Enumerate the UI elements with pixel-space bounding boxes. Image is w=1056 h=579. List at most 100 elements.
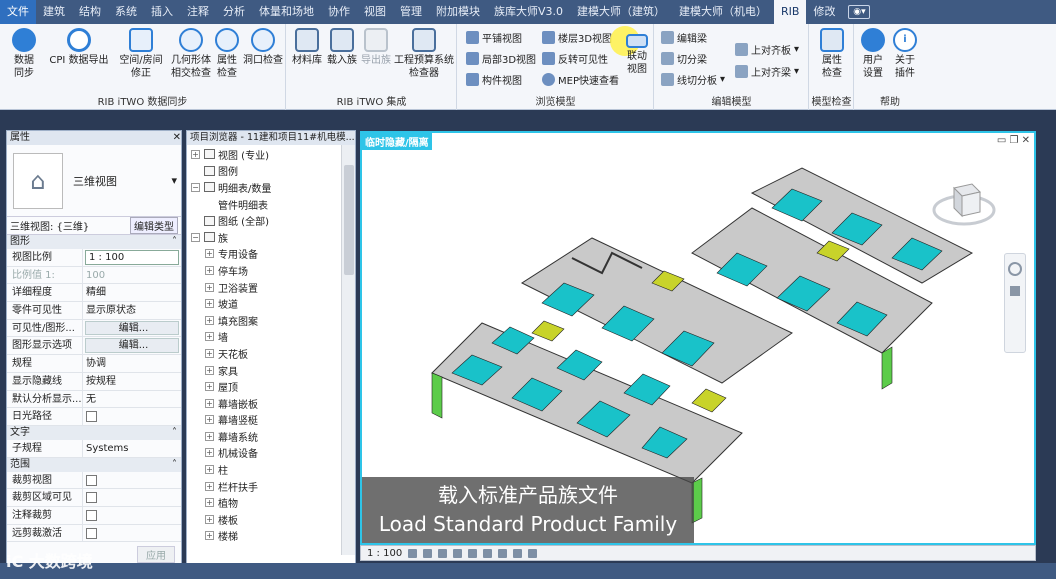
tree-item[interactable]: + 屋顶 (191, 378, 341, 395)
property-value[interactable]: Systems (83, 440, 181, 457)
tree-item[interactable]: + 机械设备 (191, 445, 341, 462)
checkbox[interactable] (86, 527, 97, 539)
property-edit-button[interactable]: 编辑... (85, 320, 179, 336)
expand-icon[interactable]: + (191, 149, 200, 159)
property-value[interactable] (83, 408, 181, 425)
section-range[interactable]: 范围 ˄ (7, 457, 181, 472)
property-edit-button[interactable]: 编辑... (85, 338, 179, 354)
mep-quick-view-button[interactable]: MEP快速查看 (542, 72, 619, 87)
close-icon[interactable]: ✕ (173, 131, 181, 145)
tree-item[interactable]: − 明细表/数量 (191, 179, 341, 196)
tab-11[interactable]: 附加模块 (429, 0, 487, 24)
tab-10[interactable]: 管理 (393, 0, 429, 24)
checkbox[interactable] (86, 492, 97, 504)
tree-item[interactable]: + 楼梯 (191, 528, 341, 545)
expand-icon[interactable] (205, 200, 214, 209)
expand-icon[interactable]: + (205, 531, 214, 541)
cpi-export-button[interactable]: CPI 数据导出 (48, 28, 110, 67)
checkbox[interactable] (86, 474, 97, 486)
invert-visibility-button[interactable]: 反转可见性 (542, 51, 608, 66)
tree-item[interactable]: + 填充图案 (191, 312, 341, 329)
tree-item[interactable]: + 幕墙竖梃 (191, 412, 341, 429)
tab-6[interactable]: 分析 (216, 0, 252, 24)
sun-path-icon[interactable] (438, 548, 448, 558)
split-beam-button[interactable]: 切分梁 (661, 51, 707, 66)
collapse-icon[interactable]: − (191, 232, 200, 242)
checkbox[interactable] (86, 411, 97, 423)
edit-type-button[interactable]: 编辑类型 (130, 217, 178, 234)
instance-filter[interactable]: 三维视图: {三维} 编辑类型 (7, 217, 181, 235)
tree-item[interactable]: + 坡道 (191, 295, 341, 312)
expand-icon[interactable]: + (205, 348, 214, 358)
about-plugin-button[interactable]: i 关于 插件 (889, 28, 921, 80)
tree-item[interactable]: + 墙 (191, 329, 341, 346)
property-value[interactable]: 协调 (83, 355, 181, 372)
expand-icon[interactable]: + (205, 431, 214, 441)
property-value[interactable]: 显示原状态 (83, 302, 181, 319)
property-value[interactable] (83, 472, 181, 489)
local-3d-button[interactable]: 局部3D视图 (466, 51, 536, 66)
expand-icon[interactable]: + (205, 315, 214, 325)
hide-isolate-icon[interactable] (513, 548, 523, 558)
view-cube[interactable] (932, 178, 996, 228)
expand-icon[interactable]: + (205, 415, 214, 425)
user-settings-button[interactable]: 用户 设置 (857, 28, 889, 80)
edit-beam-button[interactable]: 编辑梁 (661, 30, 707, 45)
tree-item[interactable]: 管件明细表 (191, 196, 341, 213)
property-value[interactable] (83, 507, 181, 524)
budget-checker-button[interactable]: 工程预算系统 检查器 (393, 28, 455, 80)
section-text[interactable]: 文字 ˄ (7, 425, 181, 440)
top-align-slab-button[interactable]: 上对齐板 ▾ (735, 42, 799, 57)
property-value[interactable]: 精细 (83, 284, 181, 301)
tree-item[interactable]: + 植物 (191, 494, 341, 511)
attr-check-button[interactable]: 属性 检查 (214, 28, 240, 80)
material-lib-button[interactable]: 材料库 (289, 28, 325, 67)
tree-item[interactable]: + 卫浴装置 (191, 279, 341, 296)
model-attr-check-button[interactable]: 属性 检查 (814, 28, 850, 80)
tab-12[interactable]: 族库大师V3.0 (487, 0, 570, 24)
expand-icon[interactable]: + (205, 481, 214, 491)
property-value[interactable] (83, 489, 181, 506)
tile-view-button[interactable]: 平铺视图 (466, 30, 522, 45)
expand-icon[interactable]: + (205, 382, 214, 392)
tab-9[interactable]: 视图 (357, 0, 393, 24)
expand-icon[interactable]: + (205, 465, 214, 475)
checkbox[interactable] (86, 509, 97, 521)
view-scale[interactable]: 1 : 100 (367, 548, 402, 559)
tree-item[interactable]: + 柱 (191, 461, 341, 478)
expand-icon[interactable]: + (205, 514, 214, 524)
tab-15[interactable]: RIB (774, 0, 807, 24)
steering-wheel-icon[interactable] (1008, 262, 1022, 276)
tree-item[interactable]: + 天花板 (191, 345, 341, 362)
geometry-check-button[interactable]: 几何形体 相交检查 (168, 28, 214, 80)
tab-2[interactable]: 结构 (72, 0, 108, 24)
expand-icon[interactable]: + (205, 448, 214, 458)
expand-icon[interactable]: + (205, 265, 214, 275)
tab-5[interactable]: 注释 (180, 0, 216, 24)
tab-13[interactable]: 建模大师（建筑） (570, 0, 672, 24)
crop-view-icon[interactable] (483, 548, 493, 558)
tab-0[interactable]: 文件 (0, 0, 36, 24)
export-family-button[interactable]: 导出族 (359, 28, 393, 67)
zoom-icon[interactable] (1010, 286, 1020, 296)
tree-item[interactable]: + 停车场 (191, 262, 341, 279)
expand-icon[interactable] (191, 216, 200, 225)
expand-icon[interactable]: + (205, 398, 214, 408)
detail-level-icon[interactable] (408, 548, 418, 558)
property-value[interactable] (83, 525, 181, 542)
load-family-button[interactable]: 载入族 (325, 28, 359, 67)
expand-icon[interactable]: + (205, 498, 214, 508)
render-icon[interactable] (468, 548, 478, 558)
expand-icon[interactable]: + (205, 365, 214, 375)
floor-3d-button[interactable]: 楼层3D视图 (542, 30, 612, 45)
top-align-beam-button[interactable]: 上对齐梁 ▾ (735, 64, 799, 79)
expand-icon[interactable]: + (205, 299, 214, 309)
collapse-icon[interactable]: − (191, 182, 200, 192)
tree-item[interactable]: − 族 (191, 229, 341, 246)
apply-button[interactable]: 应用 (137, 546, 175, 563)
property-value[interactable]: 按规程 (83, 373, 181, 390)
shadows-icon[interactable] (453, 548, 463, 558)
tab-8[interactable]: 协作 (321, 0, 357, 24)
ribbon-toggle-icon[interactable]: ◉▾ (848, 5, 871, 19)
tab-7[interactable]: 体量和场地 (252, 0, 321, 24)
